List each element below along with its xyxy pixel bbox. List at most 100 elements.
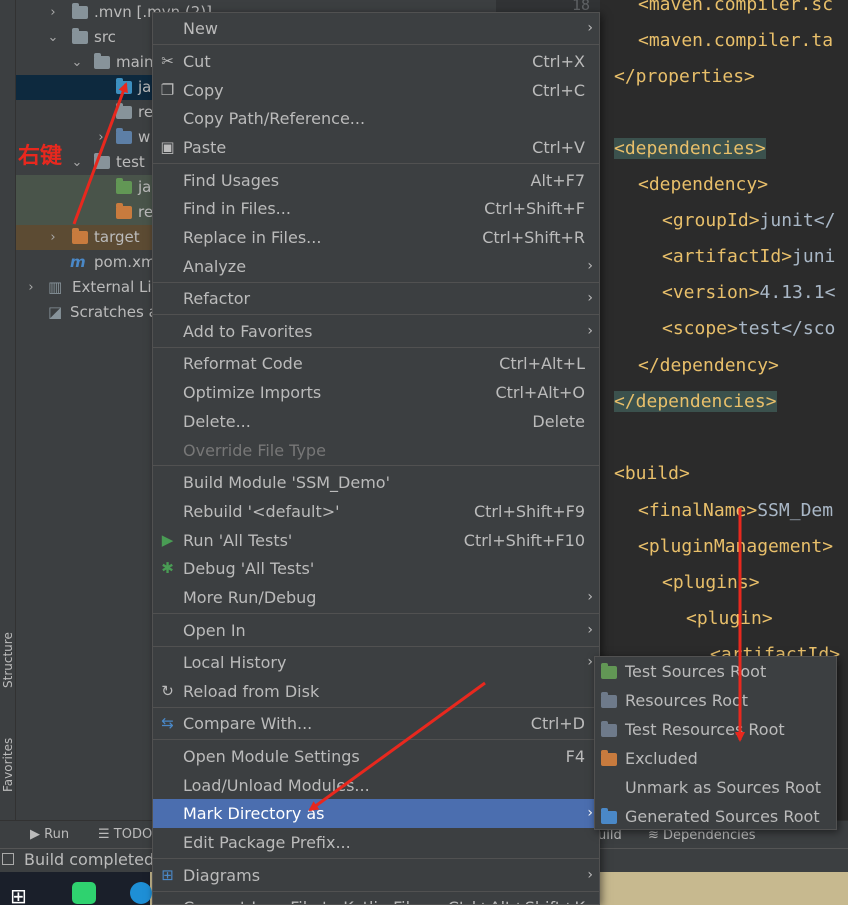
chevron-down-icon[interactable]: ⌄ (70, 150, 84, 175)
menu-item-compare-with[interactable]: ⇆ Compare With... Ctrl+D (153, 709, 599, 738)
play-icon: ▶ (30, 827, 40, 842)
edge-icon[interactable] (130, 882, 152, 904)
menu-item-run-all-tests[interactable]: ▶ Run 'All Tests' Ctrl+Shift+F10 (153, 526, 599, 555)
code-line: <plugins> (662, 572, 760, 593)
web-folder-icon (116, 128, 132, 144)
app-icon[interactable] (72, 882, 96, 904)
menu-item-build-module[interactable]: Build Module 'SSM_Demo' (153, 468, 599, 497)
excluded-folder-icon (72, 228, 88, 244)
chevron-right-icon[interactable]: › (46, 225, 60, 250)
debug-icon: ✱ (161, 559, 174, 577)
generated-sources-folder-icon (601, 808, 617, 824)
menu-item-refactor[interactable]: Refactor › (153, 284, 599, 313)
excluded-folder-icon (601, 750, 617, 766)
list-icon: ☰ (98, 827, 110, 842)
favorites-tab[interactable]: Favorites (0, 725, 16, 805)
code-line: </dependencies> (614, 391, 777, 412)
menu-item-delete[interactable]: Delete... Delete (153, 407, 599, 436)
annotation-label: 右键 (18, 144, 63, 169)
panel-toggle-icon[interactable] (2, 853, 14, 865)
chevron-right-icon[interactable]: › (94, 125, 108, 150)
submenu-item-unmark[interactable]: Unmark as Sources Root (595, 773, 836, 802)
menu-item-replace-in-files[interactable]: Replace in Files... Ctrl+Shift+R (153, 223, 599, 252)
menu-separator (153, 646, 599, 647)
menu-item-more-run-debug[interactable]: More Run/Debug › (153, 583, 599, 612)
structure-tab[interactable]: Structure (0, 620, 16, 700)
code-line: <pluginManagement> (638, 536, 834, 557)
library-icon: ▥ (48, 278, 63, 296)
menu-item-open-module-settings[interactable]: Open Module Settings F4 (153, 742, 599, 771)
diagram-icon: ⊞ (161, 866, 174, 884)
status-text: Build completed (24, 850, 155, 869)
menu-item-find-usages[interactable]: Find Usages Alt+F7 (153, 166, 599, 195)
code-line: <finalName>SSM_Dem (638, 500, 834, 521)
menu-item-load-unload-modules[interactable]: Load/Unload Modules... (153, 771, 599, 800)
todo-tab[interactable]: ☰ TODO (98, 827, 152, 842)
submenu-item-test-sources-root[interactable]: Test Sources Root (595, 657, 836, 686)
context-menu: New › ✂ Cut Ctrl+X ❐ Copy Ctrl+C Copy Path/Re… (152, 12, 600, 905)
menu-separator (153, 891, 599, 892)
test-resources-folder-icon (601, 721, 617, 737)
chevron-right-icon[interactable]: › (46, 0, 60, 25)
menu-separator (153, 163, 599, 164)
menu-item-find-in-files[interactable]: Find in Files... Ctrl+Shift+F (153, 194, 599, 223)
menu-item-rebuild[interactable]: Rebuild '<default>' Ctrl+Shift+F9 (153, 497, 599, 526)
menu-item-diagrams[interactable]: ⊞ Diagrams › (153, 861, 599, 890)
windows-start-icon[interactable]: ⊞ (10, 884, 27, 905)
menu-item-optimize-imports[interactable]: Optimize Imports Ctrl+Alt+O (153, 378, 599, 407)
resources-folder-icon (116, 103, 132, 119)
menu-separator (153, 347, 599, 348)
menu-item-analyze[interactable]: Analyze › (153, 252, 599, 281)
chevron-right-icon: › (587, 805, 593, 821)
reload-icon: ↻ (161, 682, 174, 700)
menu-separator (153, 44, 599, 45)
submenu-item-test-resources-root[interactable]: Test Resources Root (595, 715, 836, 744)
compare-icon: ⇆ (161, 714, 174, 732)
code-line: <version>4.13.1< (662, 282, 836, 303)
menu-item-paste[interactable]: ▣ Paste Ctrl+V (153, 133, 599, 162)
chevron-right-icon: › (587, 622, 593, 638)
run-tab[interactable]: ▶ Run (30, 827, 69, 842)
menu-item-reload-from-disk[interactable]: ↻ Reload from Disk (153, 677, 599, 706)
chevron-right-icon: › (587, 323, 593, 339)
submenu-item-generated-sources-root[interactable]: Generated Sources Root (595, 802, 836, 831)
test-folder-icon (116, 178, 132, 194)
menu-item-copy-path[interactable]: Copy Path/Reference... (153, 104, 599, 133)
test-resources-folder-icon (116, 203, 132, 219)
folder-icon (72, 28, 88, 44)
scratches-icon: ◪ (48, 303, 63, 321)
menu-item-cut[interactable]: ✂ Cut Ctrl+X (153, 47, 599, 76)
chevron-down-icon[interactable]: ⌄ (70, 50, 84, 75)
menu-item-edit-package-prefix[interactable]: Edit Package Prefix... (153, 828, 599, 857)
chevron-right-icon: › (587, 258, 593, 274)
folder-icon (94, 53, 110, 69)
menu-separator (153, 282, 599, 283)
menu-item-copy[interactable]: ❐ Copy Ctrl+C (153, 76, 599, 105)
chevron-right-icon[interactable]: › (24, 275, 38, 300)
code-line: <maven.compiler.ta (638, 30, 834, 51)
menu-separator (153, 613, 599, 614)
menu-item-local-history[interactable]: Local History › (153, 648, 599, 677)
submenu-item-resources-root[interactable]: Resources Root (595, 686, 836, 715)
mark-directory-submenu: Test Sources Root Resources Root Test Re… (594, 656, 837, 830)
menu-separator (153, 739, 599, 740)
menu-separator (153, 858, 599, 859)
menu-item-convert-to-kotlin[interactable]: Convert Java File to Kotlin FileCtrl+Alt… (153, 893, 599, 904)
menu-item-debug-all-tests[interactable]: ✱ Debug 'All Tests' (153, 554, 599, 583)
menu-item-add-to-favorites[interactable]: Add to Favorites › (153, 317, 599, 346)
chevron-down-icon[interactable]: ⌄ (46, 25, 60, 50)
code-line: <plugin> (686, 608, 773, 629)
code-line: <maven.compiler.sc (638, 0, 834, 15)
submenu-item-excluded[interactable]: Excluded (595, 744, 836, 773)
copy-icon: ❐ (160, 81, 175, 99)
scissors-icon: ✂ (161, 52, 174, 70)
folder-icon (72, 3, 88, 19)
menu-item-open-in[interactable]: Open In › (153, 616, 599, 645)
chevron-right-icon: › (587, 20, 593, 36)
menu-item-mark-directory-as[interactable]: Mark Directory as › (153, 799, 599, 828)
chevron-right-icon: › (587, 589, 593, 605)
menu-item-reformat-code[interactable]: Reformat Code Ctrl+Alt+L (153, 349, 599, 378)
menu-separator (153, 314, 599, 315)
menu-item-new[interactable]: New › (153, 14, 599, 43)
menu-separator (153, 707, 599, 708)
